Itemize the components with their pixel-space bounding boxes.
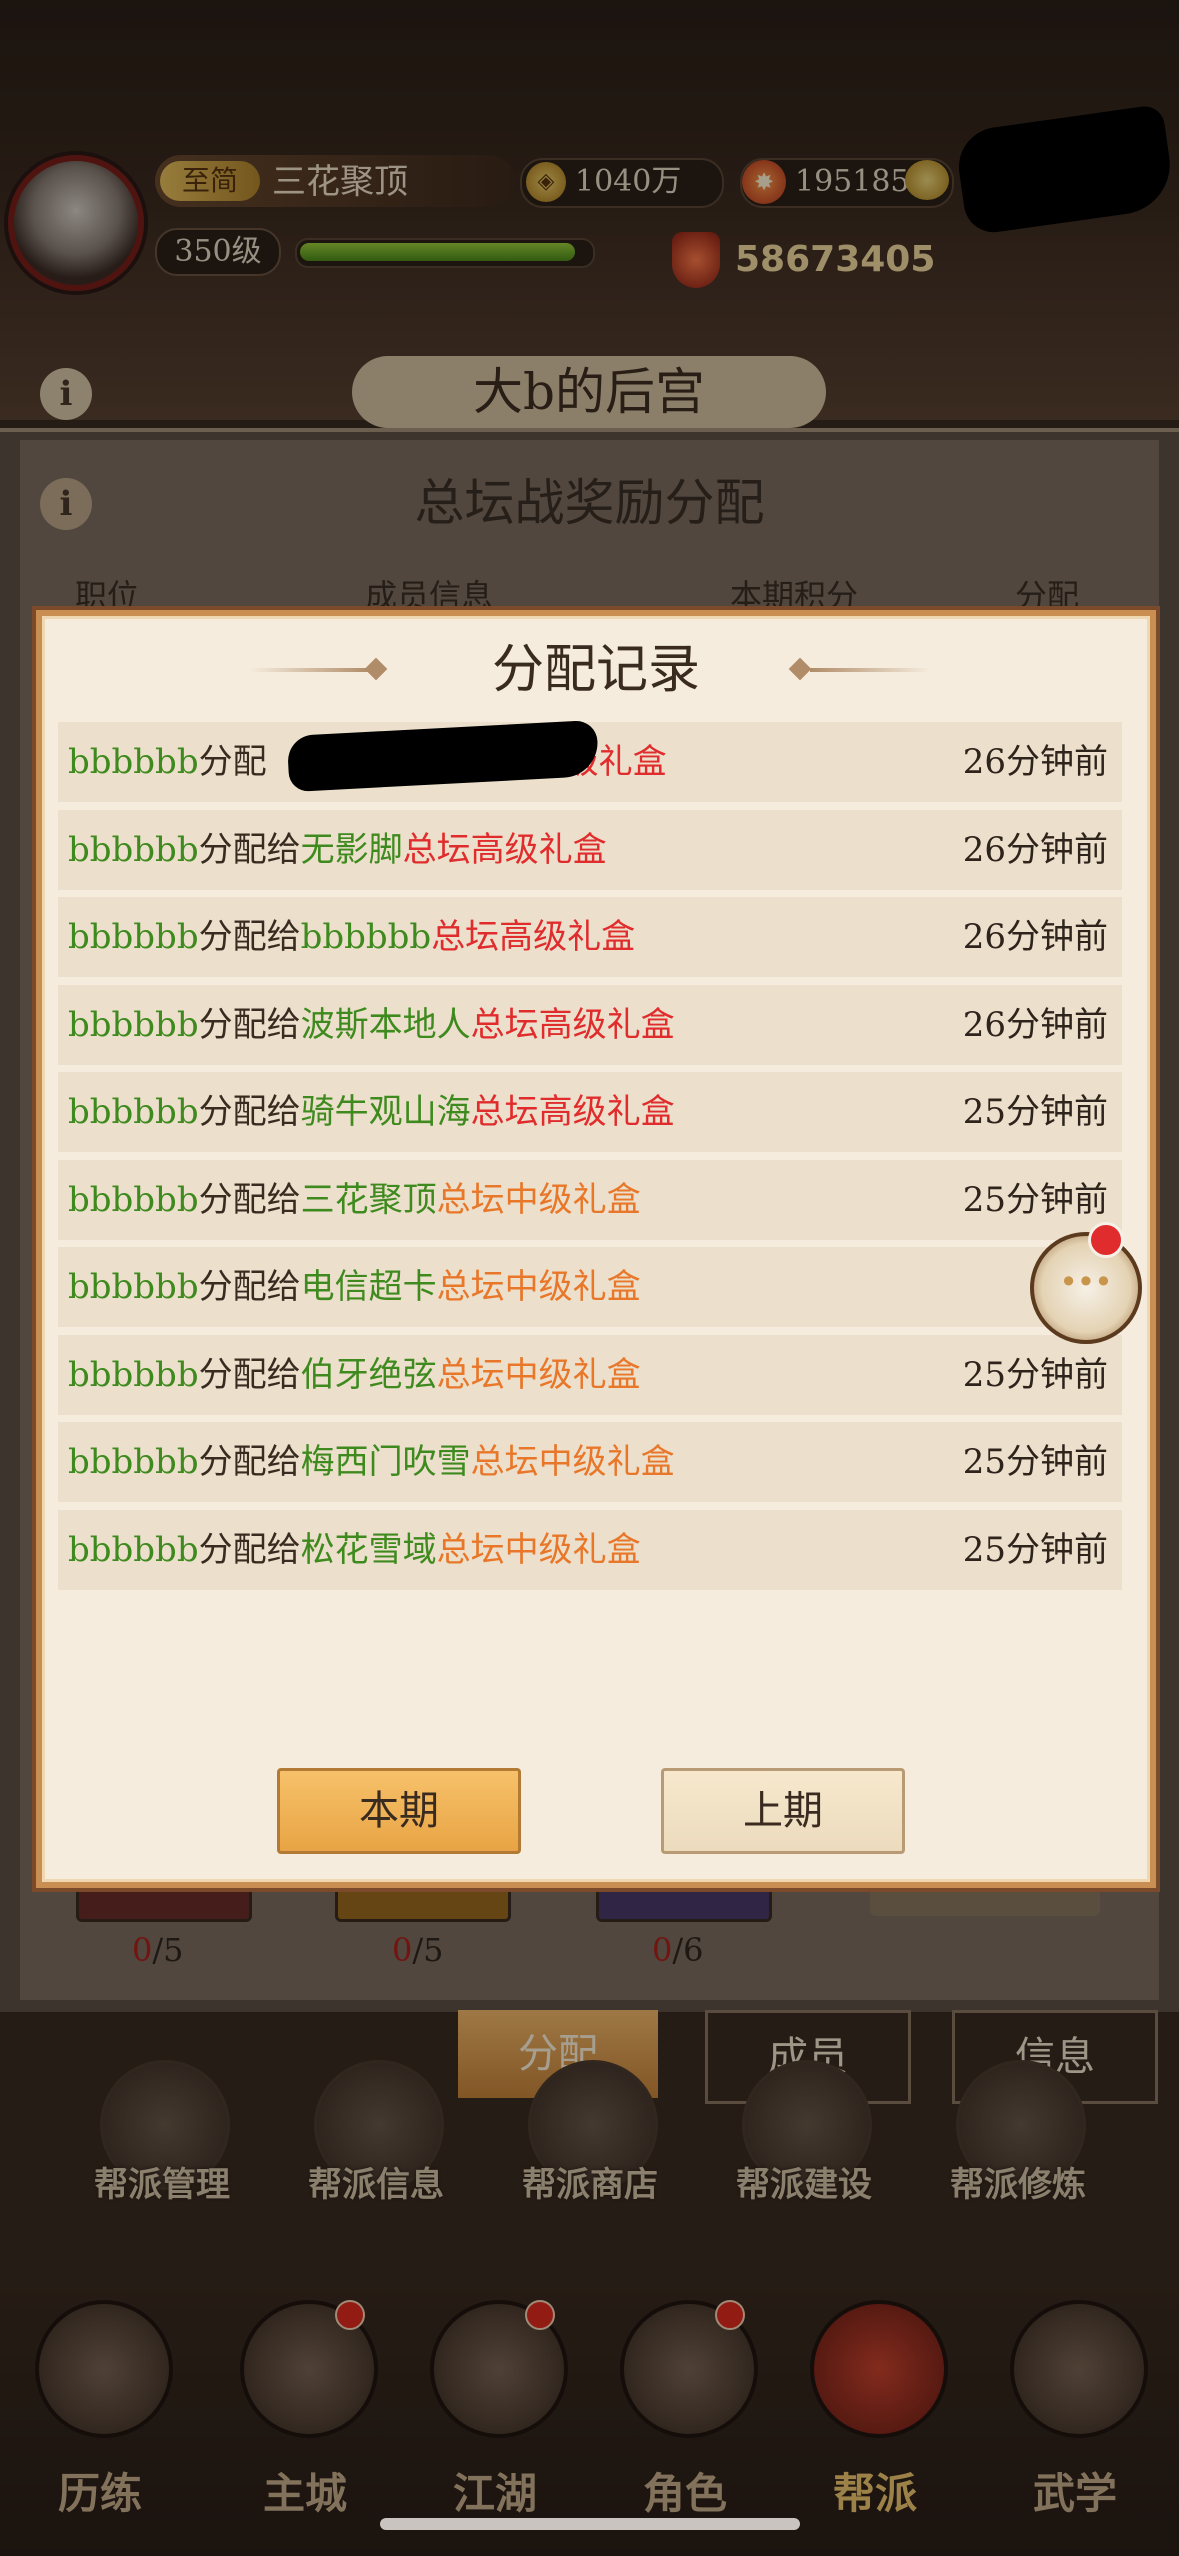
record-gift: 总坛高级礼盒 [402,829,607,870]
record-row: bbbbbb分配给bbbbbb总坛高级礼盒 26分钟前 [58,897,1122,977]
record-row: bbbbbb分配给梅西门吹雪总坛中级礼盒 25分钟前 [58,1422,1122,1502]
modal-title: 分配记录 [491,640,700,700]
record-text: bbbbbb分配给骑牛观山海总坛高级礼盒 [68,1072,675,1152]
record-time: 25分钟前 [962,1179,1108,1220]
record-verb: 分配 [198,742,267,782]
record-giver: bbbbbb [68,1092,199,1132]
record-time: 26分钟前 [962,829,1108,870]
record-verb: 分配给 [198,1442,301,1482]
record-giver: bbbbbb [68,829,199,870]
record-time: 26分钟前 [962,742,1108,782]
record-text: bbbbbb分配给三花聚顶总坛中级礼盒 [68,1160,641,1240]
record-row: bbbbbb分配给伯牙绝弦总坛中级礼盒 25分钟前 [58,1334,1122,1415]
record-giver: bbbbbb [68,1004,199,1045]
previous-period-button[interactable]: 上期 [661,1768,905,1854]
record-row: bbbbbb分配给三花聚顶总坛中级礼盒 25分钟前 [58,1159,1122,1240]
record-gift: 总坛高级礼盒 [431,917,636,957]
record-text: bbbbbb分配给松花雪域总坛中级礼盒 [68,1510,641,1590]
record-gift: 总坛中级礼盒 [436,1354,641,1395]
record-text: bbbbbb分配给电信超卡总坛中级礼盒 [68,1247,641,1327]
record-row: bbbbbb分配给电信超卡总坛中级礼盒25分 [58,1247,1122,1327]
record-giver: bbbbbb [68,1529,199,1570]
record-verb: 分配给 [198,1267,301,1307]
record-giver: bbbbbb [68,1179,199,1220]
chat-bubble-icon[interactable]: ··· [1030,1232,1142,1344]
record-recipient: 松花雪域 [300,1529,437,1570]
record-verb: 分配给 [198,1179,301,1220]
chat-notification-dot [1088,1222,1124,1258]
record-text: bbbbbb分配给无影脚总坛高级礼盒 [68,810,607,890]
record-verb: 分配给 [198,1004,301,1045]
record-row: bbbbbb分配坛高级礼盒26分钟前 [58,719,1122,802]
record-row: bbbbbb分配给骑牛观山海总坛高级礼盒 25分钟前 [58,1072,1122,1152]
record-giver: bbbbbb [68,1267,199,1307]
record-recipient: 梅西门吹雪 [300,1442,471,1482]
record-text: bbbbbb分配给梅西门吹雪总坛中级礼盒 [68,1422,675,1502]
record-time: 25分钟前 [962,1092,1108,1132]
record-recipient: 无影脚 [300,829,403,870]
record-verb: 分配给 [198,917,301,957]
record-verb: 分配给 [198,829,301,870]
record-row: bbbbbb分配给波斯本地人总坛高级礼盒 26分钟前 [58,984,1122,1065]
record-gift: 总坛中级礼盒 [470,1442,675,1482]
record-giver: bbbbbb [68,742,199,782]
record-time: 26分钟前 [962,917,1108,957]
record-recipient: bbbbbb [300,917,432,957]
record-giver: bbbbbb [68,1354,199,1395]
record-recipient: 骑牛观山海 [300,1092,471,1132]
record-gift: 总坛中级礼盒 [436,1267,641,1307]
home-indicator[interactable] [380,2518,800,2530]
record-recipient: 电信超卡 [300,1267,437,1307]
record-time: 26分钟前 [962,1004,1108,1045]
record-text: bbbbbb分配给bbbbbb总坛高级礼盒 [68,897,635,977]
record-giver: bbbbbb [68,1442,199,1482]
record-time: 25分钟前 [962,1354,1108,1395]
record-gift: 总坛中级礼盒 [436,1529,641,1570]
record-recipient: 三花聚顶 [300,1179,437,1220]
record-time: 25分钟前 [962,1529,1108,1570]
current-period-button[interactable]: 本期 [277,1768,521,1854]
record-verb: 分配给 [198,1529,301,1570]
record-recipient: 波斯本地人 [300,1004,471,1045]
record-gift: 总坛中级礼盒 [436,1179,641,1220]
record-row: bbbbbb分配给松花雪域总坛中级礼盒 25分钟前 [58,1509,1122,1590]
record-row: bbbbbb分配给无影脚总坛高级礼盒 26分钟前 [58,809,1122,890]
record-recipient: 伯牙绝弦 [300,1354,437,1395]
record-verb: 分配给 [198,1092,301,1132]
record-giver: bbbbbb [68,917,199,957]
record-text: bbbbbb分配给波斯本地人总坛高级礼盒 [68,985,675,1065]
record-text: bbbbbb分配给伯牙绝弦总坛中级礼盒 [68,1335,641,1415]
record-time: 25分钟前 [962,1442,1108,1482]
record-verb: 分配给 [198,1354,301,1395]
record-gift: 总坛高级礼盒 [470,1004,675,1045]
record-gift: 总坛高级礼盒 [470,1092,675,1132]
